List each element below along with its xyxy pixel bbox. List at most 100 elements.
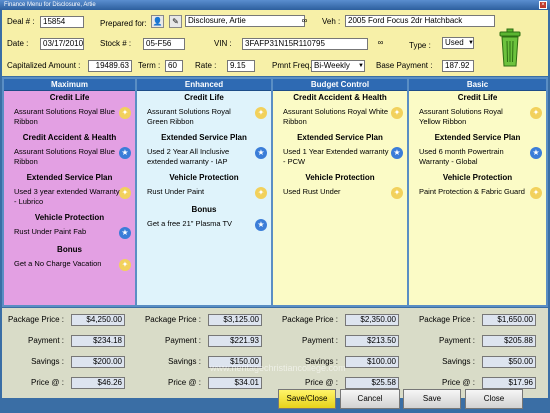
payment-field[interactable]: $234.18 xyxy=(71,335,125,347)
savings-field[interactable]: $200.00 xyxy=(71,356,125,368)
product-item[interactable]: Paint Protection & Fabric Guard xyxy=(419,187,525,197)
vin-lookup-binoculars-icon[interactable]: ∞ xyxy=(374,37,387,50)
package-price-field[interactable]: $2,350.00 xyxy=(345,314,399,326)
section-heading: Vehicle Protection xyxy=(442,173,513,182)
section-heading: Bonus xyxy=(191,205,217,214)
product-item[interactable]: Used 3 year extended Warranty - Lubrico xyxy=(14,187,120,207)
capitalized-amount-field[interactable]: 19489.63 xyxy=(88,60,132,72)
product-item[interactable]: Rust Under Paint xyxy=(147,187,253,197)
savings-label: Savings : xyxy=(442,357,475,366)
package-price-field[interactable]: $1,650.00 xyxy=(482,314,536,326)
product-icon[interactable]: ✦ xyxy=(391,187,403,199)
package-column-maximum[interactable]: Maximum Credit Life ✦ Assurant Solutions R… xyxy=(4,79,135,305)
column-body: Credit Accident & Health ✦ Assurant Soluti… xyxy=(273,91,407,305)
product-icon[interactable]: ✦ xyxy=(530,187,542,199)
product-item[interactable]: Assurant Solutions Royal Blue Ribbon xyxy=(14,147,120,167)
price-at-field[interactable]: $25.58 xyxy=(345,377,399,389)
section-heading: Extended Service Plan xyxy=(161,133,247,142)
term-label: Term : xyxy=(138,61,161,70)
payment-field[interactable]: $205.88 xyxy=(482,335,536,347)
window-title: Finance Menu for Disclosure, Artie xyxy=(4,2,96,8)
cancel-button[interactable]: Cancel xyxy=(340,389,400,409)
close-button[interactable]: Close xyxy=(465,389,523,409)
vin-field[interactable]: 3FAFP31N15R110795 xyxy=(242,38,368,50)
customer-lookup-icon[interactable]: 👤 xyxy=(151,15,164,28)
product-icon[interactable]: ★ xyxy=(255,147,267,159)
edit-pencil-icon[interactable]: ✎ xyxy=(169,15,182,28)
product-icon[interactable]: ★ xyxy=(255,219,267,231)
product-item[interactable]: Assurant Solutions Royal Yellow Ribbon xyxy=(419,107,525,127)
product-item[interactable]: Rust Under Paint Fab xyxy=(14,227,120,237)
date-label: Date : xyxy=(7,39,29,48)
section-heading: Extended Service Plan xyxy=(26,173,113,182)
base-payment-label: Base Payment : xyxy=(376,61,433,70)
package-column-budget-control[interactable]: Budget Control Credit Accident & Health ✦… xyxy=(273,79,407,305)
prepared-for-field[interactable]: Disclosure, Artie xyxy=(185,15,305,27)
payment-label: Payment : xyxy=(438,336,475,345)
product-icon[interactable]: ★ xyxy=(530,147,542,159)
product-item[interactable]: Used 2 Year All Inclusive extended warra… xyxy=(147,147,253,167)
product-icon[interactable]: ★ xyxy=(391,147,403,159)
section-heading: Extended Service Plan xyxy=(434,133,521,142)
section-heading: Credit Life xyxy=(457,93,498,102)
savings-field[interactable]: $50.00 xyxy=(482,356,536,368)
save-button[interactable]: Save xyxy=(403,389,461,409)
package-price-field[interactable]: $3,125.00 xyxy=(208,314,262,326)
vehicle-field[interactable]: 2005 Ford Focus 2dr Hatchback xyxy=(345,15,495,27)
product-item[interactable]: Used 6 month Powertrain Warranty - Globa… xyxy=(419,147,525,167)
price-at-field[interactable]: $17.96 xyxy=(482,377,536,389)
product-icon[interactable]: ✦ xyxy=(255,107,267,119)
term-field[interactable]: 60 xyxy=(165,60,183,72)
product-icon[interactable]: ✦ xyxy=(119,259,131,271)
column-header: Enhanced xyxy=(137,79,271,91)
payment-field[interactable]: $213.50 xyxy=(345,335,399,347)
price-at-label: Price @ : xyxy=(304,378,338,387)
rate-field[interactable]: 9.15 xyxy=(227,60,255,72)
payment-field[interactable]: $221.93 xyxy=(208,335,262,347)
product-item[interactable]: Assurant Solutions Royal Green Ribbon xyxy=(147,107,253,127)
frequency-dropdown-chevron-icon[interactable]: ▼ xyxy=(358,60,364,72)
save-close-button[interactable]: Save/Close xyxy=(278,389,336,409)
vin-label: VIN : xyxy=(214,39,232,48)
product-icon[interactable]: ★ xyxy=(119,147,131,159)
vehicle-label: Veh : xyxy=(322,17,341,26)
product-icon[interactable]: ✦ xyxy=(530,107,542,119)
package-summary-panel: Package Price : $4,250.00 Payment : $234.18… xyxy=(2,308,548,398)
payment-frequency-label: Pmnt Freq. xyxy=(272,61,312,70)
watermark-text: www.heritagechristiancollege.com xyxy=(210,363,346,373)
product-icon[interactable]: ✦ xyxy=(119,187,131,199)
product-icon[interactable]: ✦ xyxy=(119,107,131,119)
payment-frequency-select[interactable]: Bi-Weekly xyxy=(311,60,365,72)
package-price-field[interactable]: $4,250.00 xyxy=(71,314,125,326)
product-item[interactable]: Get a free 21" Plasma TV xyxy=(147,219,253,229)
product-icon[interactable]: ✦ xyxy=(391,107,403,119)
price-at-field[interactable]: $34.01 xyxy=(208,377,262,389)
date-field[interactable]: 03/17/2010 xyxy=(40,38,84,50)
package-column-basic[interactable]: Basic Credit Life ✦ Assurant Solutions Roy… xyxy=(409,79,546,305)
product-item[interactable]: Assurant Solutions Royal White Ribbon xyxy=(283,107,389,127)
savings-field[interactable]: $100.00 xyxy=(345,356,399,368)
section-heading: Credit Life xyxy=(49,93,90,102)
product-item[interactable]: Used Rust Under xyxy=(283,187,389,197)
trash-icon[interactable] xyxy=(498,28,522,68)
section-heading: Bonus xyxy=(57,245,82,254)
finance-menu-window: Finance Menu for Disclosure, Artie × Dea… xyxy=(0,0,550,413)
product-item[interactable]: Assurant Solutions Royal Blue Ribbon xyxy=(14,107,120,127)
stock-field[interactable]: 05-F56 xyxy=(143,38,185,50)
base-payment-field[interactable]: 187.92 xyxy=(442,60,474,72)
close-window-icon[interactable]: × xyxy=(539,1,547,9)
product-item[interactable]: Used 1 Year Extended warranty - PCW xyxy=(283,147,389,167)
packages-panel: Maximum Credit Life ✦ Assurant Solutions R… xyxy=(2,77,548,307)
price-at-field[interactable]: $46.26 xyxy=(71,377,125,389)
product-icon[interactable]: ✦ xyxy=(255,187,267,199)
savings-label: Savings : xyxy=(31,357,64,366)
package-column-enhanced[interactable]: Enhanced Credit Life ✦ Assurant Solutions … xyxy=(137,79,271,305)
deal-number-field[interactable]: 15854 xyxy=(40,16,84,28)
type-dropdown-chevron-icon[interactable]: ▼ xyxy=(468,37,474,49)
product-icon[interactable]: ★ xyxy=(119,227,131,239)
column-body: Credit Life ✦ Assurant Solutions Royal Blu… xyxy=(4,91,135,305)
binoculars-icon[interactable]: ∞ xyxy=(298,15,311,28)
section-heading: Vehicle Protection xyxy=(34,213,105,222)
product-item[interactable]: Get a No Charge Vacation xyxy=(14,259,120,269)
capitalized-amount-label: Capitalized Amount : xyxy=(7,61,81,70)
